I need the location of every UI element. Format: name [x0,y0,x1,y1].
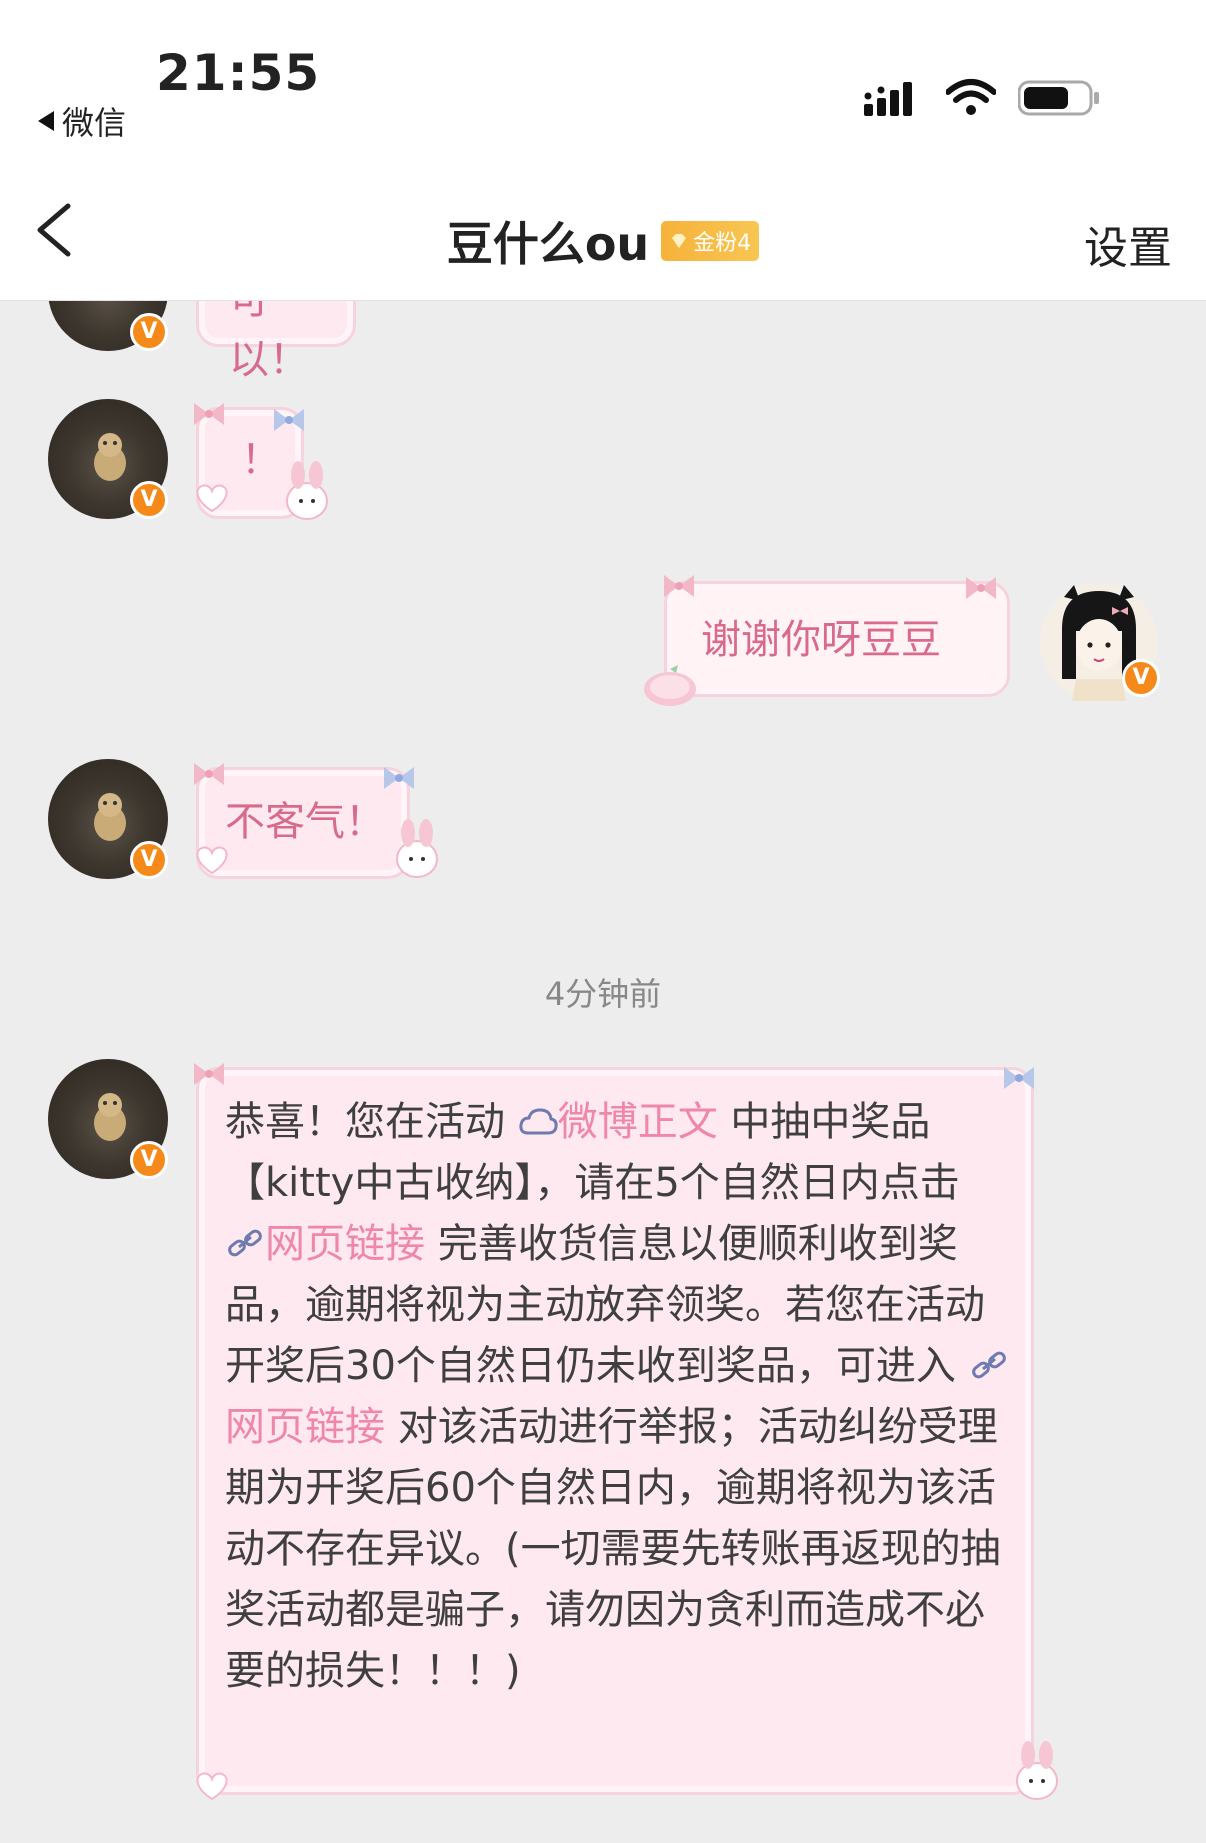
heart-sticker-icon [196,846,228,875]
verified-badge-icon: V [130,313,168,351]
message-timestamp: 4分钟前 [544,975,662,1013]
hamster-figure-icon [94,1093,126,1141]
link-icon [971,1351,1006,1379]
weibo-cloud-icon [519,1108,558,1135]
web-link-report[interactable]: 网页链接 [225,1404,385,1450]
chat-title: 豆什么ou 金粉4 [0,208,1206,274]
message-list[interactable]: V 可以！ V ！ 谢谢你呀豆豆 V V [0,301,1206,1843]
pink-bow-icon [664,575,694,597]
weibo-post-link[interactable]: 微博正文 [558,1099,718,1145]
message-text: 谢谢你呀豆豆 [701,617,941,663]
blue-bow-icon [384,767,414,789]
message-text: 可以！ [229,301,309,383]
status-time: 21:55 [156,44,321,102]
message-text: ！ [241,437,281,483]
peach-sticker-icon [644,665,696,706]
diamond-icon [672,234,687,248]
link-icon [228,1229,262,1257]
contact-name: 豆什么ou [446,217,650,271]
verified-badge-icon: V [130,481,168,519]
verified-badge-icon: V [1122,659,1160,697]
back-app-label: 微信 [62,104,127,142]
prize-notification-bubble[interactable]: 恭喜！您在活动 微博正文 中抽中奖品【kitty中古收纳】，请在5个自然日内点击… [196,1067,1034,1795]
hamster-figure-icon [94,793,126,841]
back-to-app-link[interactable]: 微信 [38,98,126,144]
pink-bow-icon [194,1063,224,1085]
melody-sticker-icon [286,461,328,520]
contact-avatar[interactable]: V [48,759,168,879]
message-bubble[interactable]: 谢谢你呀豆豆 [664,581,1010,697]
fan-level-badge: 金粉4 [661,221,760,261]
verified-badge-icon: V [130,1141,168,1179]
melody-sticker-icon [396,819,438,878]
pink-bow-icon [194,403,224,425]
fan-badge-label: 金粉4 [693,231,752,256]
message-text-part: 恭喜！您在活动 [225,1099,518,1145]
pink-bow-icon [966,577,996,599]
chat-header: 豆什么ou 金粉4 设置 [0,150,1206,301]
web-link-claim[interactable]: 网页链接 [265,1221,425,1267]
blue-bow-icon [1004,1067,1034,1089]
message-text: 不客气！ [225,799,385,845]
wifi-icon [946,79,996,115]
battery-icon [1018,80,1099,116]
settings-button[interactable]: 设置 [1084,212,1172,276]
melody-sticker-icon [1016,1741,1058,1800]
hamster-figure-icon [94,433,126,481]
contact-avatar[interactable]: V [48,1059,168,1179]
verified-badge-icon: V [130,841,168,879]
contact-avatar[interactable]: V [48,301,168,351]
contact-avatar[interactable]: V [48,399,168,519]
blue-bow-icon [274,409,304,431]
back-triangle-icon [38,111,54,131]
my-avatar[interactable]: V [1040,583,1160,701]
pink-bow-icon [194,763,224,785]
cellular-signal-icon [864,82,912,116]
status-bar: 21:55 微信 [0,0,1206,150]
message-bubble[interactable]: 可以！ [196,301,356,383]
heart-sticker-icon [196,484,228,513]
heart-sticker-icon [196,1772,228,1801]
